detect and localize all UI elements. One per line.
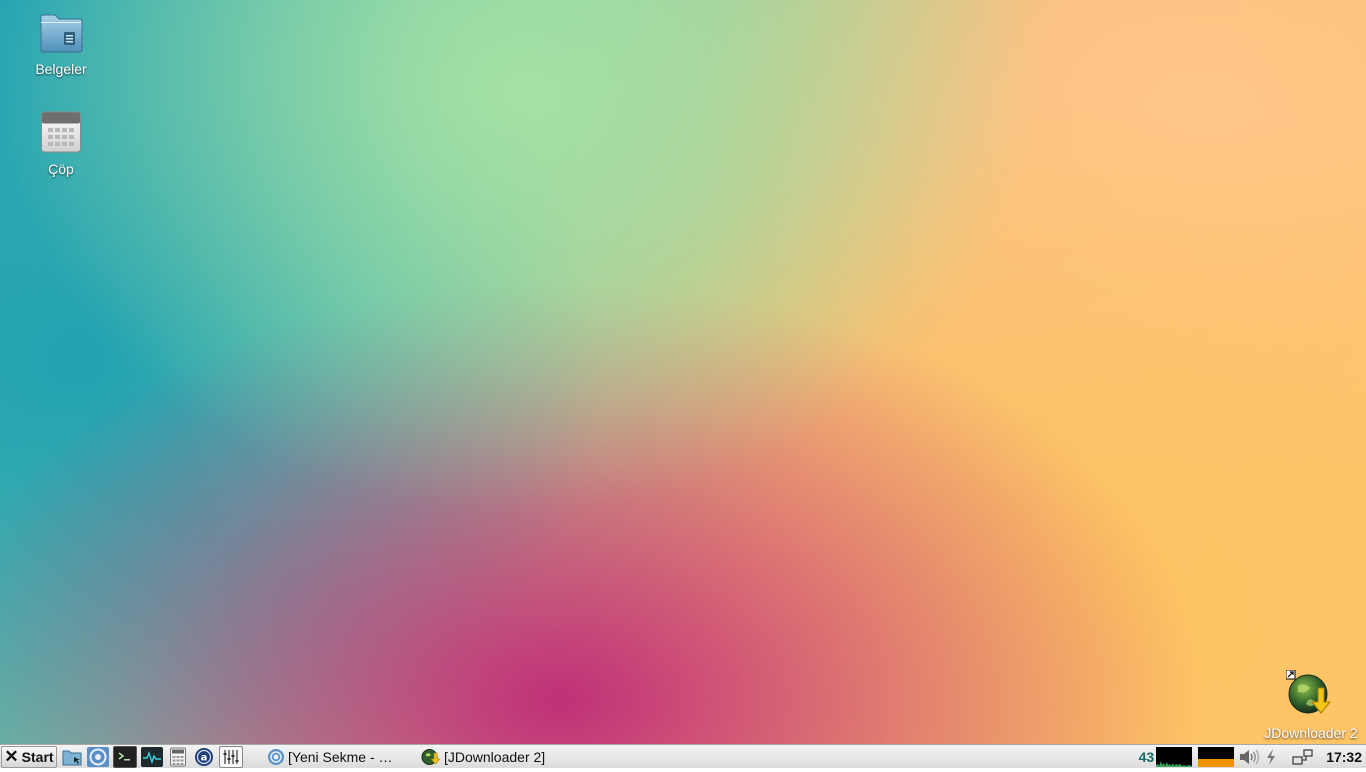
jdownloader-icon: [1259, 669, 1363, 721]
cpu-value: 43: [1138, 748, 1155, 765]
desktop-icon-jdownloader[interactable]: JDownloader 2: [1259, 669, 1363, 741]
task-label: [Yeni Sekme - …: [288, 748, 393, 765]
jdownloader-icon: [421, 748, 441, 766]
battery-indicator[interactable]: [1198, 746, 1235, 767]
task-button-chromium[interactable]: [Yeni Sekme - …: [267, 746, 407, 768]
desktop-icon-label: JDownloader 2: [1264, 725, 1358, 741]
desktop-icon-cop[interactable]: Çöp: [11, 110, 111, 177]
start-label: Start: [21, 748, 54, 765]
power-icon[interactable]: [1264, 748, 1278, 766]
battery-fill: [1198, 758, 1235, 767]
volume-icon[interactable]: [1238, 748, 1260, 766]
desktop-icon-label: Çöp: [48, 161, 74, 177]
system-monitor-icon[interactable]: [141, 746, 163, 767]
folder-documents-icon: [11, 10, 111, 57]
task-button-jdownloader[interactable]: [JDownloader 2]: [421, 746, 571, 768]
start-button[interactable]: ✕ Start: [1, 745, 57, 768]
clock[interactable]: 17:32: [1326, 749, 1362, 765]
cpu-graph[interactable]: [1156, 746, 1193, 767]
file-manager-icon[interactable]: [61, 747, 83, 767]
system-tray: 43 17:32: [1139, 745, 1366, 768]
chromium-icon: [267, 748, 285, 766]
chromium-icon[interactable]: [87, 746, 109, 767]
desktop-icon-label: Belgeler: [35, 61, 87, 77]
svg-text:a: a: [201, 752, 208, 763]
task-label: [JDownloader 2]: [444, 748, 546, 765]
desktop-icon-belgeler[interactable]: Belgeler: [11, 10, 111, 77]
calculator-icon[interactable]: [167, 747, 189, 767]
network-icon[interactable]: [1292, 748, 1314, 766]
desktop[interactable]: Belgeler Çöp JDownloader 2: [0, 0, 1366, 744]
app-a-icon[interactable]: a: [193, 747, 215, 767]
x-logo-icon: ✕: [4, 747, 19, 766]
taskbar: ✕ Start a [Yeni Sekme - … [JDownloader 2…: [0, 744, 1366, 768]
mixer-icon[interactable]: [219, 745, 243, 768]
trash-icon: [11, 110, 111, 157]
terminal-icon[interactable]: [113, 745, 137, 768]
